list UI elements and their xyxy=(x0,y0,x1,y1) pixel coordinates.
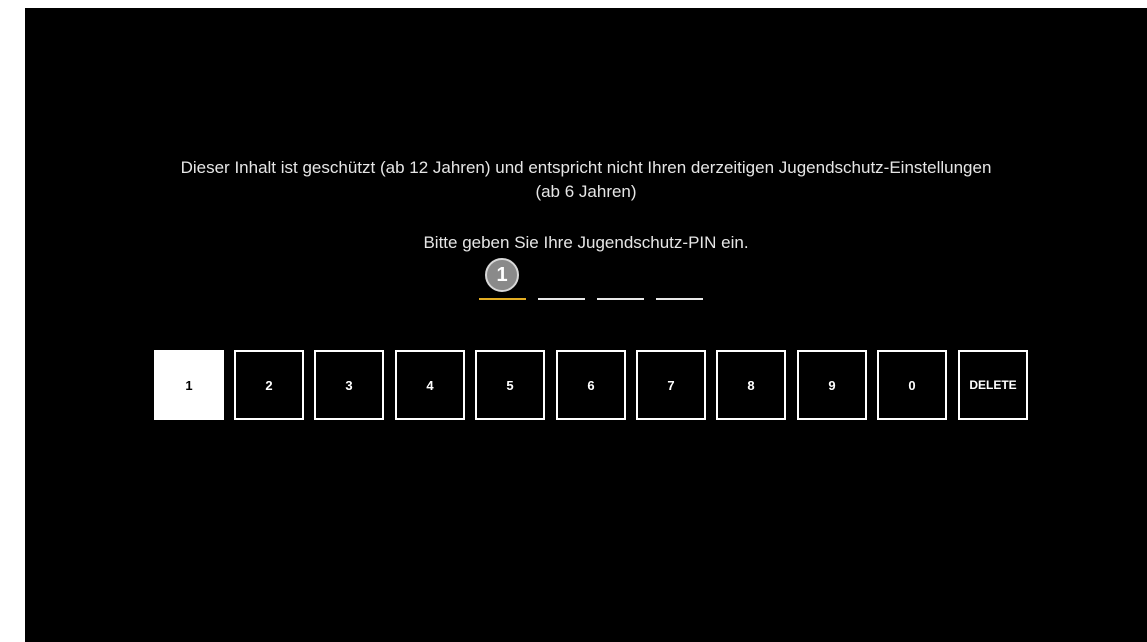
keypad-key-9[interactable]: 9 xyxy=(797,350,867,420)
keypad-key-8[interactable]: 8 xyxy=(716,350,786,420)
keypad-key-0[interactable]: 0 xyxy=(877,350,947,420)
pin-digit-slot-3[interactable] xyxy=(597,298,644,300)
keypad-key-6[interactable]: 6 xyxy=(556,350,626,420)
keypad-key-7[interactable]: 7 xyxy=(636,350,706,420)
keypad-key-2[interactable]: 2 xyxy=(234,350,304,420)
pin-prompt: Bitte geben Sie Ihre Jugendschutz-PIN ei… xyxy=(423,233,749,252)
restriction-message-line1: Dieser Inhalt ist geschützt (ab 12 Jahre… xyxy=(180,158,992,177)
step-marker-badge: 1 xyxy=(485,258,519,292)
keypad-delete-button[interactable]: DELETE xyxy=(958,350,1028,420)
pin-digit-slot-1[interactable] xyxy=(479,298,526,300)
keypad-key-5[interactable]: 5 xyxy=(475,350,545,420)
restriction-message-line2: (ab 6 Jahren) xyxy=(535,182,637,201)
keypad-key-1[interactable]: 1 xyxy=(154,350,224,420)
parental-pin-screen: Dieser Inhalt ist geschützt (ab 12 Jahre… xyxy=(25,8,1147,642)
pin-digit-slot-2[interactable] xyxy=(538,298,585,300)
keypad-key-3[interactable]: 3 xyxy=(314,350,384,420)
pin-digit-slot-4[interactable] xyxy=(656,298,703,300)
keypad-key-4[interactable]: 4 xyxy=(395,350,465,420)
